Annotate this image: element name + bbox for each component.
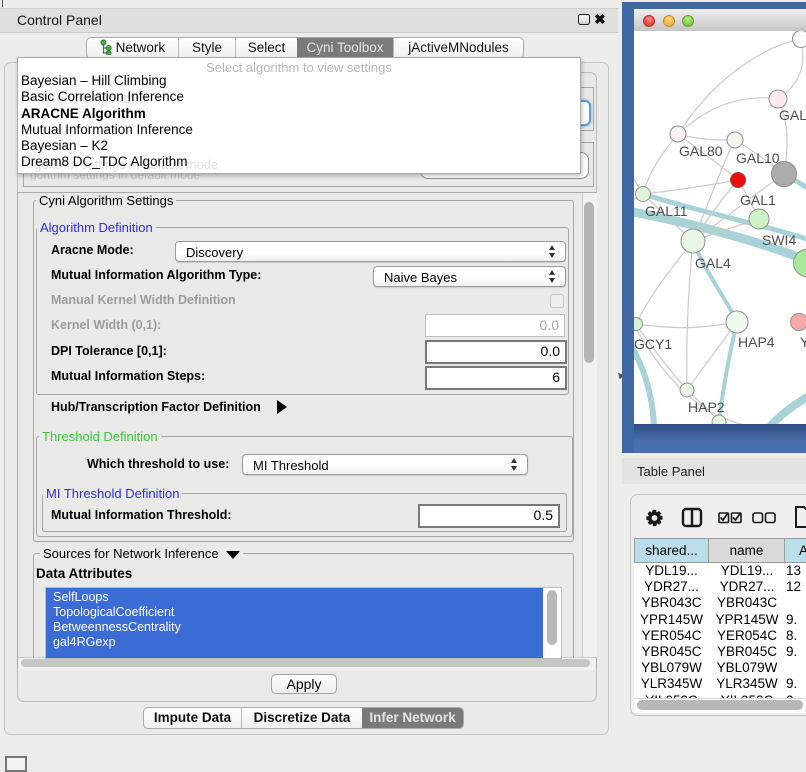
svg-text:HAP2: HAP2 (688, 399, 725, 415)
svg-text:GAL: GAL (779, 107, 806, 123)
svg-text:HAP4: HAP4 (738, 334, 775, 350)
svg-text:GCY1: GCY1 (634, 336, 672, 352)
svg-text:SWI4: SWI4 (762, 232, 796, 248)
svg-text:GAL10: GAL10 (736, 150, 780, 166)
svg-text:GAL4: GAL4 (695, 255, 731, 271)
svg-text:GAL1: GAL1 (740, 192, 776, 208)
svg-text:Y: Y (800, 334, 806, 350)
svg-text:GAL11: GAL11 (645, 203, 688, 219)
svg-text:GAL80: GAL80 (679, 143, 723, 159)
